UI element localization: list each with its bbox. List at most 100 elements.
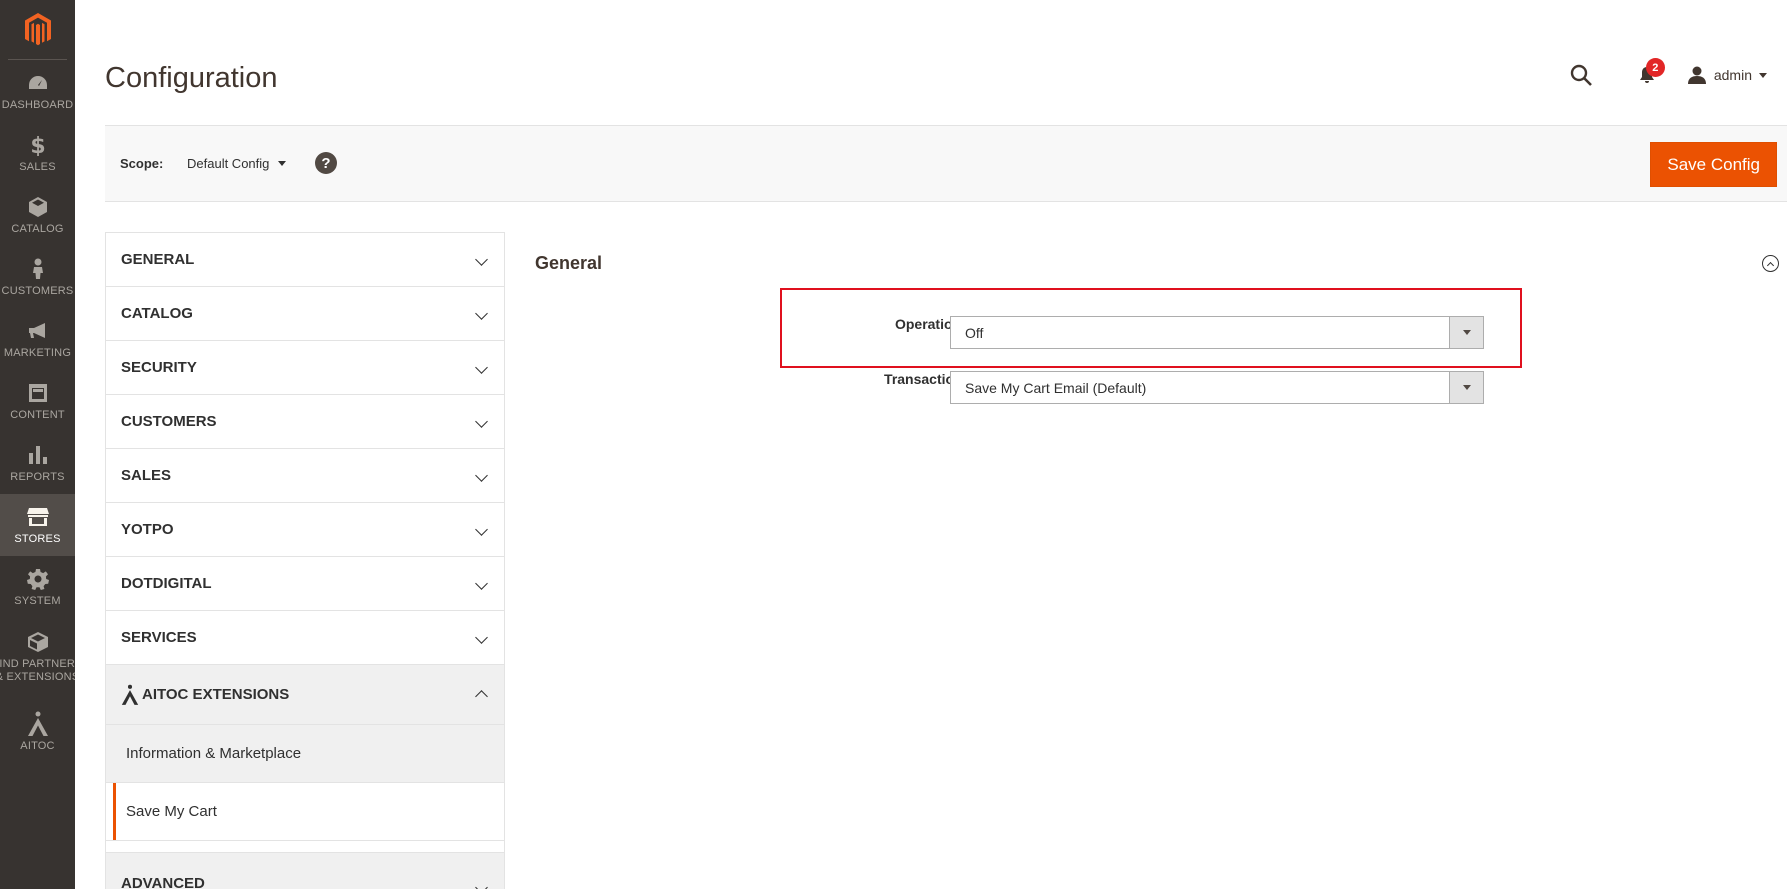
tab-label: CUSTOMERS	[121, 413, 217, 430]
chevron-down-icon	[475, 361, 488, 374]
nav-item-reports[interactable]: REPORTS	[0, 432, 75, 494]
tab-item-save-my-cart[interactable]: Save My Cart	[106, 783, 504, 841]
search-icon[interactable]	[1568, 62, 1594, 88]
bar-chart-icon	[25, 442, 51, 468]
tab-spacer	[106, 841, 504, 853]
chevron-down-icon	[1462, 330, 1471, 335]
chevron-down-icon	[475, 523, 488, 536]
tab-advanced[interactable]: ADVANCED	[106, 853, 504, 889]
chevron-down-icon	[475, 253, 488, 266]
scope-switcher[interactable]: Default Config	[187, 156, 287, 171]
operational-mode-value: Off	[965, 324, 984, 341]
field-row-operational-mode: Operational mode [website] Off	[780, 316, 1500, 350]
chevron-down-icon	[475, 631, 488, 644]
nav-item-customers[interactable]: CUSTOMERS	[0, 246, 75, 308]
scope-bar: Scope: Default Config ? Save Config	[105, 125, 1787, 202]
admin-user-menu[interactable]: admin	[1687, 66, 1767, 84]
tab-item-information-marketplace[interactable]: Information & Marketplace	[106, 725, 504, 783]
scope-value: Default Config	[187, 156, 270, 171]
section-title[interactable]: General	[535, 253, 602, 274]
nav-item-sales[interactable]: $ SALES	[0, 122, 75, 184]
aitoc-icon	[25, 711, 51, 737]
chevron-down-icon	[1759, 72, 1767, 78]
tab-security[interactable]: SECURITY	[106, 341, 504, 395]
field-row-transactional-email: Transactional email [store view] Save My…	[780, 371, 1500, 405]
nav-item-label: STORES	[14, 533, 61, 545]
notification-count-badge: 2	[1645, 58, 1665, 77]
tab-label: DOTDIGITAL	[121, 575, 212, 592]
tab-label: SERVICES	[121, 629, 197, 646]
operational-mode-select[interactable]: Off	[950, 316, 1484, 349]
header-actions: 2 admin	[1568, 58, 1767, 88]
scope-label: Scope:	[120, 156, 164, 171]
chevron-down-icon	[278, 161, 287, 166]
nav-item-label: SALES	[19, 161, 56, 173]
save-config-button[interactable]: Save Config	[1650, 142, 1777, 187]
tab-label: YOTPO	[121, 521, 174, 538]
box-icon	[25, 629, 51, 655]
nav-item-label: CUSTOMERS	[1, 285, 74, 297]
nav-item-label: CONTENT	[10, 409, 65, 421]
nav-item-aitoc[interactable]: AITOC	[0, 694, 75, 770]
tab-label: AITOC EXTENSIONS	[142, 686, 290, 703]
tab-catalog[interactable]: CATALOG	[106, 287, 504, 341]
tab-yotpo[interactable]: YOTPO	[106, 503, 504, 557]
storefront-icon	[25, 504, 51, 530]
gear-icon	[25, 566, 51, 592]
content-icon	[25, 380, 51, 406]
user-icon	[1687, 66, 1706, 84]
dashboard-icon	[25, 70, 51, 96]
aitoc-logo-icon	[121, 684, 139, 706]
help-icon[interactable]: ?	[315, 152, 337, 174]
nav-item-system[interactable]: SYSTEM	[0, 556, 75, 618]
nav-item-content[interactable]: CONTENT	[0, 370, 75, 432]
config-tabs: GENERAL CATALOG SECURITY CUSTOMERS SALES…	[105, 232, 505, 889]
admin-username: admin	[1713, 67, 1752, 83]
tab-label: CATALOG	[121, 305, 193, 322]
nav-item-catalog[interactable]: CATALOG	[0, 184, 75, 246]
chevron-down-icon	[475, 881, 488, 889]
tab-general[interactable]: GENERAL	[106, 233, 504, 287]
admin-sidebar: DASHBOARD $ SALES CATALOG CUSTOMERS MARK…	[0, 0, 75, 889]
tab-customers[interactable]: CUSTOMERS	[106, 395, 504, 449]
svg-text:$: $	[30, 134, 45, 156]
notifications-bell[interactable]: 2	[1634, 58, 1665, 88]
nav-item-label: FIND PARTNERS	[0, 657, 75, 670]
megaphone-icon	[25, 318, 51, 344]
tab-dotdigital[interactable]: DOTDIGITAL	[106, 557, 504, 611]
chevron-down-icon	[475, 469, 488, 482]
select-arrow-button	[1449, 372, 1483, 403]
collapse-icon[interactable]	[1762, 255, 1779, 272]
tab-label: SALES	[121, 467, 172, 484]
nav-item-label: CATALOG	[11, 223, 64, 235]
chevron-up-icon	[475, 690, 488, 703]
page-title: Configuration	[105, 62, 278, 94]
nav-item-label: SYSTEM	[14, 595, 61, 607]
tab-label: GENERAL	[121, 251, 195, 268]
chevron-down-icon	[475, 307, 488, 320]
chevron-down-icon	[475, 415, 488, 428]
chevron-down-icon	[1462, 385, 1471, 390]
tab-aitoc-extensions[interactable]: AITOC EXTENSIONS	[106, 665, 504, 725]
cube-icon	[25, 194, 51, 220]
tab-sales[interactable]: SALES	[106, 449, 504, 503]
nav-item-label: DASHBOARD	[1, 99, 74, 111]
magento-logo[interactable]	[8, 0, 67, 60]
chevron-down-icon	[475, 577, 488, 590]
nav-item-marketing[interactable]: MARKETING	[0, 308, 75, 370]
tab-services[interactable]: SERVICES	[106, 611, 504, 665]
transactional-email-select[interactable]: Save My Cart Email (Default)	[950, 371, 1484, 404]
nav-item-partners[interactable]: FIND PARTNERS & EXTENSIONS	[0, 618, 75, 694]
select-arrow-button	[1449, 317, 1483, 348]
tab-label: ADVANCED	[121, 875, 205, 889]
app-root: DASHBOARD $ SALES CATALOG CUSTOMERS MARK…	[0, 0, 1787, 889]
nav-item-label: AITOC	[20, 740, 55, 752]
nav-item-dashboard[interactable]: DASHBOARD	[0, 60, 75, 122]
transactional-email-value: Save My Cart Email (Default)	[965, 379, 1147, 396]
nav-item-label: REPORTS	[10, 471, 65, 483]
person-icon	[25, 256, 51, 282]
nav-item-label: MARKETING	[3, 347, 72, 359]
nav-item-stores[interactable]: STORES	[0, 494, 75, 556]
dollar-icon: $	[25, 132, 51, 158]
tab-label: SECURITY	[121, 359, 197, 376]
